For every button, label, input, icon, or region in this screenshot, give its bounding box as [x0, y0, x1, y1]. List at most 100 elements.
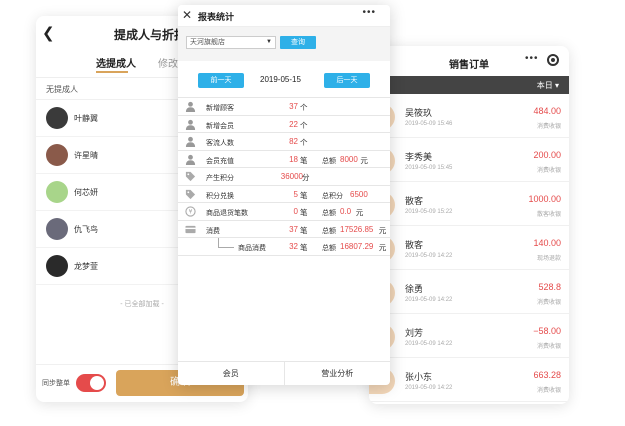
coin-icon: ¥ [185, 206, 196, 217]
order-customer-name: 徐勇 [405, 284, 424, 294]
sales-orders-header: 销售订单 ••• [369, 46, 569, 76]
person-name: 何芯妍 [74, 187, 98, 197]
order-amount: 200.00 [533, 150, 561, 160]
order-amount: 484.00 [533, 106, 561, 116]
order-row[interactable]: 刘芳 2019-05-09 14:22 −58.00 消费收银 [369, 314, 569, 358]
toggle-knob [90, 376, 104, 390]
order-amount: −58.00 [533, 326, 561, 336]
order-customer-name: 李秀美 [405, 152, 433, 162]
person-name: 龙梦萱 [74, 261, 98, 271]
close-icon[interactable]: ✕ [182, 8, 192, 22]
store-search-bar: 天河旗舰店 ▼ 查询 [178, 27, 390, 61]
report-row: 积分兑换 5 笔 总积分 6500 [178, 186, 390, 203]
order-customer-name: 刘芳 [405, 328, 424, 338]
current-date: 2019-05-15 [260, 75, 301, 84]
report-metric-value: 82 [289, 137, 298, 146]
order-row[interactable]: 散客 2019-05-09 14:22 140.00 现场退款 [369, 226, 569, 270]
report-metric-value: 18 [289, 154, 298, 164]
order-time: 2019-05-09 15:45 [405, 165, 453, 171]
sync-order-label: 同步整单 [42, 380, 70, 387]
tree-connector [218, 247, 234, 248]
report-total-value: 8000 [340, 154, 358, 164]
card-icon [185, 224, 196, 235]
store-select[interactable]: 天河旗舰店 ▼ [186, 36, 276, 49]
report-metric-unit: 笔 [300, 190, 308, 200]
tab-member[interactable]: 会员 [178, 362, 284, 385]
order-customer-name: 吴筱玖 [405, 108, 433, 118]
report-row: 客流人数 82 个 [178, 133, 390, 151]
report-total-value: 17526.85 [340, 224, 374, 234]
order-customer-name: 张小东 [405, 372, 433, 382]
date-filter-bar: 本日 ▾ [369, 76, 569, 94]
report-metric-unit: 笔 [300, 243, 308, 252]
prev-day-button[interactable]: 前一天 [198, 73, 244, 88]
report-row: 消费 37 笔 总额 17526.85 元 [178, 221, 390, 238]
report-metric-unit: 笔 [300, 225, 308, 235]
next-day-button[interactable]: 后一天 [324, 73, 370, 88]
report-row: 新增顾客 37 个 [178, 98, 390, 116]
report-title: 报表统计 [198, 12, 235, 22]
report-metric-label: 商品消费 [238, 245, 266, 252]
order-type: 消费收银 [536, 344, 561, 350]
order-type: 消费收银 [536, 124, 561, 130]
target-icon[interactable] [547, 54, 559, 66]
order-row[interactable]: 散客 2019-05-09 15:22 1000.00 散客收银 [369, 182, 569, 226]
person-name: 许星晴 [74, 150, 98, 160]
report-metric-value: 0 [293, 207, 298, 216]
order-row[interactable]: 吴筱玖 2019-05-09 15:46 484.00 消费收银 [369, 94, 569, 138]
report-metric-label: 产生积分 [206, 175, 234, 182]
query-button[interactable]: 查询 [280, 36, 316, 49]
store-select-value: 天河旗舰店 [190, 39, 225, 46]
avatar [46, 107, 68, 129]
tag-icon [185, 171, 196, 182]
date-filter-dropdown[interactable]: 本日 ▾ [537, 80, 559, 91]
report-metric-label: 客流人数 [206, 140, 234, 147]
screenshot-stage: ❮ 提成人与折扣 选提成人 修改折 无提成人 叶静翼 许星晴 何芯妍 仇飞鸟 龙梦萱 -… [0, 0, 625, 426]
report-metric-unit: 笔 [300, 155, 308, 165]
avatar [46, 255, 68, 277]
date-navigator: 前一天 2019-05-15 后一天 [178, 61, 390, 97]
report-metric-value: 37 [289, 224, 298, 234]
report-row: 会员充值 18 笔 总额 8000 元 [178, 151, 390, 168]
order-row[interactable]: 李秀美 2019-05-09 15:45 200.00 消费收银 [369, 138, 569, 182]
order-type: 散客收银 [536, 212, 561, 218]
order-type: 现场退款 [536, 256, 561, 262]
report-metric-value: 37 [289, 102, 298, 111]
report-total-value: 16807.29 [340, 242, 374, 251]
tab-select-commission[interactable]: 选提成人 [96, 55, 136, 70]
report-metric-label: 会员充值 [206, 157, 234, 165]
report-total-label: 总积分 [322, 192, 343, 200]
more-icon[interactable]: ••• [525, 53, 539, 64]
person-name: 仇飞鸟 [74, 224, 98, 234]
report-metric-label: 新增会员 [206, 122, 234, 130]
tab-business-analysis[interactable]: 营业分析 [283, 362, 391, 385]
report-row: 产生积分 36000 分 [178, 168, 390, 186]
tree-connector [218, 238, 219, 247]
sales-orders-title: 销售订单 [449, 60, 489, 71]
active-tab-indicator [96, 71, 128, 73]
person-icon [185, 119, 196, 130]
chevron-left-icon[interactable]: ❮ [42, 24, 55, 42]
order-amount: 528.8 [538, 282, 561, 292]
order-type: 消费收银 [536, 388, 561, 394]
person-icon [185, 101, 196, 112]
order-row[interactable]: 张小东 2019-05-09 14:22 663.28 消费收银 [369, 358, 569, 402]
avatar [46, 144, 68, 166]
person-name: 叶静翼 [74, 113, 98, 123]
report-metric-value: 32 [289, 242, 298, 251]
sync-order-toggle[interactable] [76, 374, 106, 392]
report-metric-label: 积分兑换 [206, 192, 234, 200]
order-row[interactable]: 徐勇 2019-05-09 14:22 528.8 消费收银 [369, 270, 569, 314]
more-icon[interactable]: ••• [362, 7, 376, 18]
person-icon [185, 154, 196, 165]
commission-title: 提成人与折扣 [114, 28, 187, 42]
sales-orders-panel: 销售订单 ••• 本日 ▾ 吴筱玖 2019-05-09 15:46 484.00 消… [369, 46, 569, 404]
person-icon [185, 136, 196, 147]
report-total-label: 总额 [322, 157, 336, 165]
report-metric-unit: 个 [300, 138, 308, 147]
report-metric-unit: 个 [300, 103, 308, 112]
report-total-unit: 元 [378, 243, 387, 252]
orders-list: 吴筱玖 2019-05-09 15:46 484.00 消费收银 李秀美 2019-05-… [369, 94, 569, 402]
tag-icon [185, 189, 196, 200]
order-time: 2019-05-09 15:46 [405, 121, 453, 127]
